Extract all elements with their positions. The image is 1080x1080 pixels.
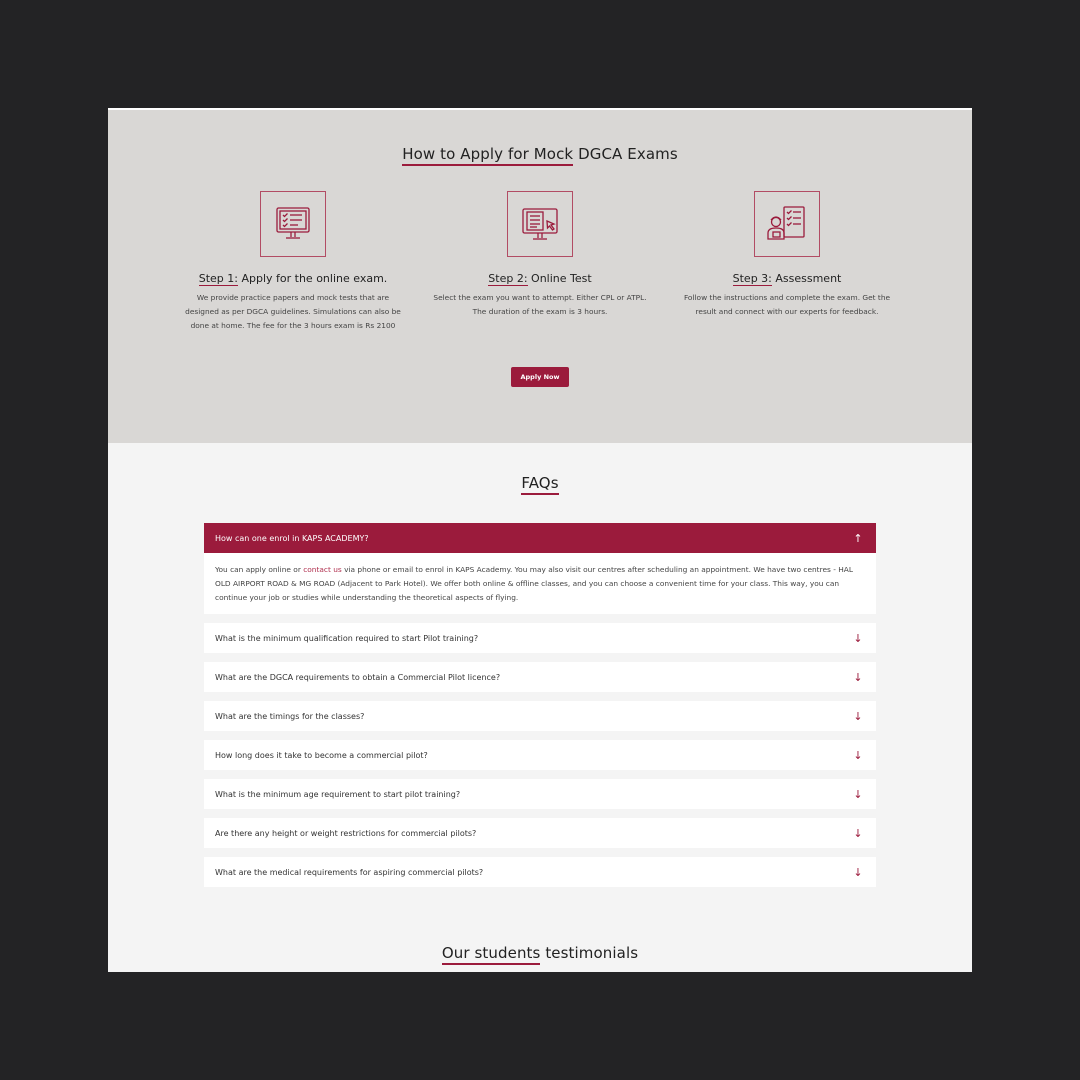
- step-1-number: Step 1:: [198, 272, 238, 286]
- faq-question: How can one enrol in KAPS ACADEMY?: [215, 533, 369, 543]
- faq-question-header[interactable]: Are there any height or weight restricti…: [204, 818, 876, 848]
- faq-question-header[interactable]: What is the minimum qualification requir…: [204, 623, 876, 653]
- arrow-down-icon: ↓: [853, 787, 863, 801]
- page-frame: How to Apply for Mock DGCA Exams Step 1:…: [108, 108, 972, 972]
- faq-item[interactable]: What are the timings for the classes? ↓: [204, 701, 876, 731]
- testimonials-title: Our students testimonials: [108, 944, 972, 965]
- arrow-down-icon: ↓: [853, 670, 863, 684]
- apply-now-button[interactable]: Apply Now: [511, 367, 569, 387]
- faq-question-header[interactable]: What are the timings for the classes? ↓: [204, 701, 876, 731]
- step-3-heading: Assessment: [775, 272, 842, 285]
- step-2-heading: Online Test: [531, 272, 592, 285]
- contact-us-link[interactable]: contact us: [303, 565, 342, 574]
- faq-question: What is the minimum age requirement to s…: [215, 789, 461, 799]
- monitor-cursor-icon: [507, 191, 573, 257]
- faq-item[interactable]: Are there any height or weight restricti…: [204, 818, 876, 848]
- step-3-description: Follow the instructions and complete the…: [683, 293, 891, 316]
- step-2-description: Select the exam you want to attempt. Eit…: [433, 293, 647, 316]
- examiner-checklist-icon: [754, 191, 820, 257]
- step-3: Step 3: Assessment Follow the instructio…: [672, 191, 902, 319]
- apply-title-rest: DGCA Exams: [578, 145, 678, 163]
- faq-item[interactable]: What are the DGCA requirements to obtain…: [204, 662, 876, 692]
- faq-answer-text-start: You can apply online or: [215, 565, 304, 574]
- faq-item[interactable]: How long does it take to become a commer…: [204, 740, 876, 770]
- faq-question-header[interactable]: How long does it take to become a commer…: [204, 740, 876, 770]
- step-3-number: Step 3:: [732, 272, 772, 286]
- apply-title-highlight: How to Apply for Mock: [402, 146, 574, 166]
- faq-item-open: How can one enrol in KAPS ACADEMY? ↑ You…: [204, 523, 876, 614]
- faq-question: Are there any height or weight restricti…: [215, 828, 477, 838]
- faq-title-text: FAQs: [521, 475, 559, 495]
- faq-question: How long does it take to become a commer…: [215, 750, 428, 760]
- step-2-title: Step 2: Online Test: [425, 272, 655, 286]
- testimonials-title-rest: testimonials: [545, 944, 639, 962]
- arrow-down-icon: ↓: [853, 748, 863, 762]
- faq-item[interactable]: What is the minimum qualification requir…: [204, 623, 876, 653]
- step-2: Step 2: Online Test Select the exam you …: [425, 191, 655, 319]
- faq-question-header[interactable]: What are the medical requirements for as…: [204, 857, 876, 887]
- faq-question: What are the timings for the classes?: [215, 711, 365, 721]
- arrow-down-icon: ↓: [853, 709, 863, 723]
- step-1-description: We provide practice papers and mock test…: [185, 293, 401, 330]
- step-1-heading: Apply for the online exam.: [241, 272, 388, 285]
- step-1-title: Step 1: Apply for the online exam.: [178, 272, 408, 286]
- faq-answer: You can apply online or contact us via p…: [204, 553, 876, 614]
- faq-question: What are the medical requirements for as…: [215, 867, 484, 877]
- how-to-apply-section: How to Apply for Mock DGCA Exams Step 1:…: [108, 110, 972, 443]
- faq-item[interactable]: What are the medical requirements for as…: [204, 857, 876, 887]
- testimonials-title-highlight: Our students: [441, 945, 541, 965]
- step-3-title: Step 3: Assessment: [672, 272, 902, 286]
- arrow-down-icon: ↓: [853, 826, 863, 840]
- apply-section-title: How to Apply for Mock DGCA Exams: [108, 145, 972, 166]
- laptop-checklist-icon: [260, 191, 326, 257]
- faq-question: What is the minimum qualification requir…: [215, 633, 479, 643]
- step-1: Step 1: Apply for the online exam. We pr…: [178, 191, 408, 333]
- arrow-up-icon: ↑: [853, 531, 863, 545]
- faq-question: What are the DGCA requirements to obtain…: [215, 672, 501, 682]
- step-2-number: Step 2:: [488, 272, 528, 286]
- faq-title: FAQs: [108, 474, 972, 495]
- faq-item[interactable]: What is the minimum age requirement to s…: [204, 779, 876, 809]
- arrow-down-icon: ↓: [853, 865, 863, 879]
- faq-list: How can one enrol in KAPS ACADEMY? ↑ You…: [204, 523, 876, 896]
- faq-question-header[interactable]: What is the minimum age requirement to s…: [204, 779, 876, 809]
- faq-question-header[interactable]: What are the DGCA requirements to obtain…: [204, 662, 876, 692]
- faq-question-header[interactable]: How can one enrol in KAPS ACADEMY? ↑: [204, 523, 876, 553]
- arrow-down-icon: ↓: [853, 631, 863, 645]
